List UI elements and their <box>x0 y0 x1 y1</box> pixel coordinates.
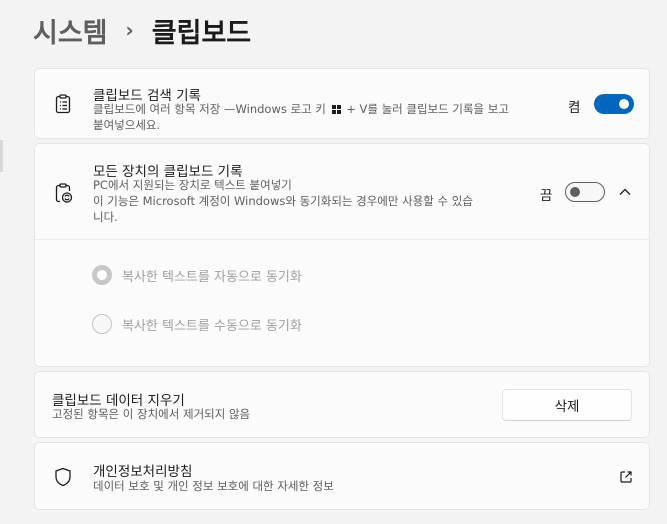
history-desc-part3: 붙여넣으세요. <box>93 118 161 132</box>
breadcrumb-parent[interactable]: 시스템 <box>33 11 108 50</box>
privacy-policy-card[interactable]: 개인정보처리방침 데이터 보호 및 개인 정보 보호에 대한 자세한 정보 <box>34 442 650 510</box>
clear-clipboard-card: 클립보드 데이터 지우기 고정된 항목은 이 장치에서 제거되지 않음 삭제 <box>34 371 650 438</box>
sync-desc-line2: 이 기능은 Microsoft 계정이 Windows와 동기화되는 경우에만 … <box>93 194 473 208</box>
clipboard-sync-icon <box>52 182 74 204</box>
external-link-icon[interactable] <box>619 470 633 484</box>
sync-toggle-state: 끔 <box>540 188 553 204</box>
clipboard-sync-description: PC에서 지원되는 장치로 텍스트 붙여넣기 이 기능은 Microsoft 계… <box>93 177 553 225</box>
sync-option-automatic-label: 복사한 텍스트를 자동으로 동기화 <box>122 269 302 285</box>
page-title: 클립보드 <box>151 17 252 49</box>
sync-desc-line1: PC에서 지원되는 장치로 텍스트 붙여넣기 <box>93 178 292 192</box>
clear-button[interactable]: 삭제 <box>502 389 632 421</box>
toggle-knob <box>570 187 580 197</box>
clipboard-history-toggle[interactable] <box>594 94 634 114</box>
toggle-knob <box>619 99 629 109</box>
shield-icon <box>52 466 74 488</box>
clipboard-history-description: 클립보드에 여러 항목 저장 —Windows 로고 키 + V를 눌러 클립보… <box>93 101 553 133</box>
breadcrumb-separator: › <box>125 18 134 42</box>
breadcrumb: 시스템 › 클립보드 <box>33 11 252 50</box>
sync-option-manual[interactable]: 복사한 텍스트를 수동으로 동기화 <box>92 314 302 334</box>
privacy-policy-description: 데이터 보호 및 개인 정보 보호에 대한 자세한 정보 <box>93 479 334 493</box>
privacy-policy-title: 개인정보처리방침 <box>93 464 193 480</box>
clear-clipboard-description: 고정된 항목은 이 장치에서 제거되지 않음 <box>52 407 251 421</box>
section-divider <box>35 239 649 240</box>
sync-desc-line3: 니다. <box>93 210 118 224</box>
history-toggle-state: 켬 <box>568 100 581 116</box>
radio-button-automatic[interactable] <box>92 265 112 285</box>
clipboard-sync-card: 모든 장치의 클립보드 기록 PC에서 지원되는 장치로 텍스트 붙여넣기 이 … <box>34 143 650 367</box>
clipboard-history-card: 클립보드 검색 기록 클립보드에 여러 항목 저장 —Windows 로고 키 … <box>34 68 650 139</box>
sync-option-automatic[interactable]: 복사한 텍스트를 자동으로 동기화 <box>92 265 302 285</box>
sync-option-manual-label: 복사한 텍스트를 수동으로 동기화 <box>122 318 302 334</box>
history-desc-part2: + V를 눌러 클립보드 기록을 보고 <box>346 102 509 116</box>
nav-edge-indicator <box>0 140 3 172</box>
clipboard-sync-toggle[interactable] <box>565 182 605 202</box>
windows-logo-icon <box>331 105 341 114</box>
chevron-up-icon[interactable] <box>617 184 633 200</box>
history-desc-part1: 클립보드에 여러 항목 저장 —Windows 로고 키 <box>93 102 326 116</box>
radio-button-manual[interactable] <box>92 314 112 334</box>
clipboard-list-icon <box>52 93 74 115</box>
